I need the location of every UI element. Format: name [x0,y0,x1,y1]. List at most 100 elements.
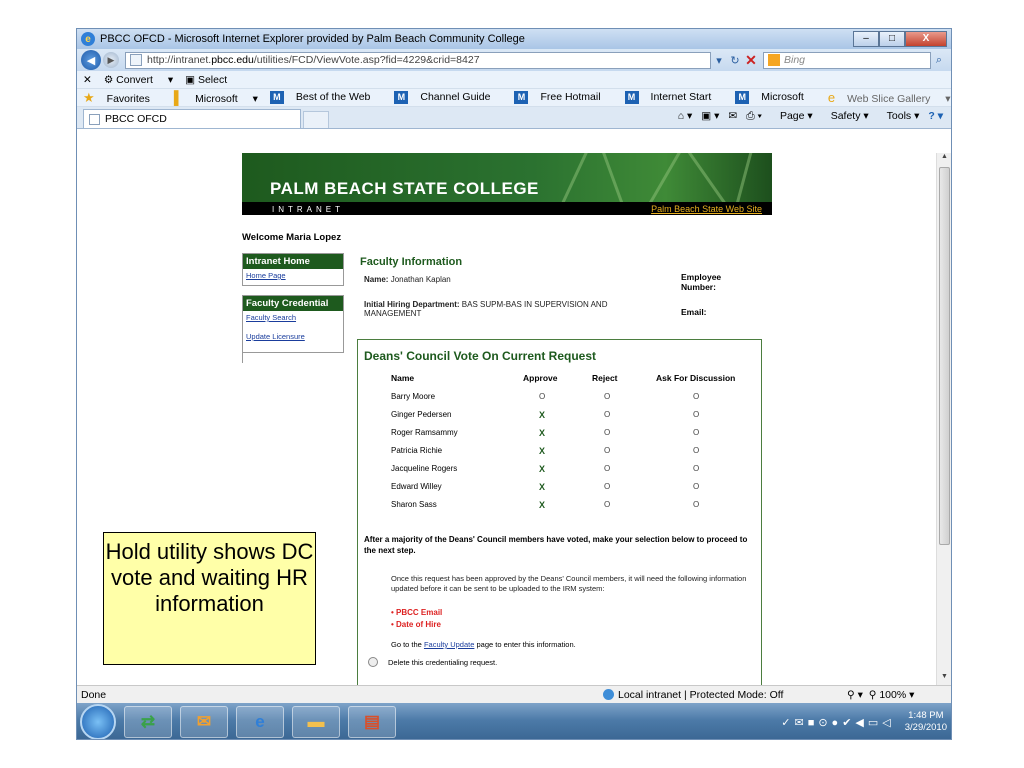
tools-menu-label: Tools [886,110,912,122]
employee-number-label: Employee Number: [681,272,722,292]
taskbar-outlook-icon[interactable]: ✉ [180,706,228,738]
vote-row: Ginger Pedersen X O O [358,410,761,427]
fav-microsoft2-label: Microsoft [761,91,804,104]
fav-best-of-web[interactable]: M Best of the Web [269,91,383,104]
taskbar-folder-icon[interactable]: ▬ [292,706,340,738]
clock[interactable]: 1:48 PM 3/29/2010 [905,710,947,734]
fav-microsoft-label: Microsoft [195,93,238,105]
fav-channel-guide-label: Channel Guide [420,91,491,104]
required-item: • PBCC Email [391,608,443,617]
forward-button[interactable]: ▶ [103,52,119,68]
update-licensure-link[interactable]: Update Licensure [243,330,343,343]
back-button[interactable]: ◀ [81,50,101,70]
discuss-mark: O [693,446,700,455]
refresh-icon[interactable]: ↻ [727,54,743,67]
scroll-down-icon[interactable]: ▼ [937,673,951,685]
close-toolbar-icon[interactable]: ✕ [83,74,92,86]
address-bar[interactable]: http://intranet. pbcc.edu/utilities/FCD/V… [125,51,711,69]
reject-mark: O [604,482,611,491]
convert-button[interactable]: ⚙ Convert ▾ [104,74,173,86]
goto-prefix: Go to the [391,640,422,649]
folder-icon: ▌ [173,90,184,105]
tab-row: PBCC OFCD ⌂ ▾ ▣ ▾ ✉ ⎙ ▾ Page ▾ Safety ▾ … [77,107,951,129]
fav-free-hotmail[interactable]: M Free Hotmail [514,91,612,104]
deans-council-vote-panel: Deans' Council Vote On Current Request N… [357,339,762,685]
zoom-control[interactable]: ⚲ ▾ ⚲ 100% ▾ [847,689,914,701]
fav-web-slice[interactable]: e Web Slice Gallery ▾ [828,90,951,105]
new-tab-button[interactable] [303,111,329,128]
mail-icon[interactable]: ✉ [728,110,737,123]
taskbar-ie-icon[interactable]: e [236,706,284,738]
fav-internet-start-label: Internet Start [650,91,712,104]
fav-channel-guide[interactable]: M Channel Guide [394,91,502,104]
reject-mark: O [604,446,611,455]
title-bar: e PBCC OFCD - Microsoft Internet Explore… [77,29,951,49]
status-bar: Done Local intranet | Protected Mode: Of… [77,685,951,703]
favorites-button[interactable]: ★ Favorites [83,90,162,106]
maximize-button[interactable]: □ [879,31,905,47]
start-button[interactable] [80,704,116,739]
taskbar-app-icon[interactable]: ⇄ [124,706,172,738]
tools-menu[interactable]: Tools ▾ [878,110,920,123]
home-icon[interactable]: ⌂ ▾ [678,110,693,123]
vertical-scrollbar[interactable]: ▲ ▼ [936,153,951,685]
vote-row: Jacqueline Rogers X O O [358,464,761,481]
taskbar-powerpoint-icon[interactable]: ▤ [348,706,396,738]
page-icon [130,54,142,66]
department-field: Initial Hiring Department: BAS SUPM-BAS … [364,300,664,318]
security-zone[interactable]: Local intranet | Protected Mode: Off [603,689,783,701]
faculty-credential-box: Faculty Credential Faculty Search Update… [242,295,344,353]
msn-icon: M [735,91,750,104]
home-page-link[interactable]: Home Page [243,269,343,282]
fav-microsoft2[interactable]: M Microsoft [735,91,816,104]
zone-label: Local intranet | Protected Mode: Off [618,688,784,701]
url-domain: pbcc.edu [211,54,254,66]
search-icon[interactable]: ⌕ [931,54,947,67]
vote-title: Deans' Council Vote On Current Request [364,349,596,363]
tab-pbcc-ofcd[interactable]: PBCC OFCD [83,109,301,128]
tray-icons[interactable]: ✓✉■⊙●✔◀▭◁ [781,716,894,729]
select-label: Select [197,73,228,86]
name-field: Name: Jonathan Kaplan [364,275,451,284]
msn-icon: M [514,91,529,104]
minimize-button[interactable]: – [853,31,879,47]
fav-internet-start[interactable]: M Internet Start [624,91,724,104]
stop-icon[interactable]: ✕ [743,52,759,69]
page-menu[interactable]: Page ▾ [771,110,813,123]
palm-beach-state-link[interactable]: Palm Beach State Web Site [651,204,762,214]
scroll-thumb[interactable] [939,167,950,545]
required-item: • Date of Hire [391,620,441,629]
voter-name: Sharon Sass [391,500,437,509]
select-button[interactable]: ▣ Select [185,74,239,86]
faculty-update-link[interactable]: Faculty Update [424,640,474,649]
fav-microsoft[interactable]: ▌ Microsoft ▾ [174,90,258,105]
system-tray: ✓✉■⊙●✔◀▭◁ 1:48 PM 3/29/2010 [781,703,947,739]
bing-icon [768,54,780,66]
approve-mark: X [539,446,546,456]
col-ask-for-discussion: Ask For Discussion [656,373,736,383]
window-title: PBCC OFCD - Microsoft Internet Explorer … [100,33,525,45]
search-input[interactable]: Bing [763,51,931,69]
approve-mark: X [539,410,546,420]
voter-name: Jacqueline Rogers [391,464,458,473]
feeds-icon[interactable]: ▣ ▾ [701,110,719,123]
scroll-up-icon[interactable]: ▲ [937,153,951,165]
discuss-mark: O [693,464,700,473]
faculty-search-link[interactable]: Faculty Search [243,311,343,324]
address-row: ◀ ▶ http://intranet. pbcc.edu/utilities/F… [77,49,951,71]
clock-time: 1:48 PM [908,710,944,721]
required-pbcc-email: PBCC Email [396,608,443,617]
college-name: PALM BEACH STATE COLLEGE [270,179,539,198]
dropdown-icon[interactable]: ▾ [711,54,727,67]
print-icon[interactable]: ⎙ ▾ [746,110,762,123]
ie-logo-icon: e [81,32,95,46]
delete-radio[interactable] [368,657,378,667]
intranet-home-heading: Intranet Home [243,254,343,269]
college-banner: PALM BEACH STATE COLLEGE INTRANET Palm B… [242,153,772,215]
help-icon[interactable]: ? ▾ [928,110,943,123]
safety-menu[interactable]: Safety ▾ [822,110,869,123]
reject-mark: O [604,410,611,419]
divider [242,353,243,363]
approve-mark: O [539,392,546,401]
close-button[interactable]: X [905,31,947,47]
